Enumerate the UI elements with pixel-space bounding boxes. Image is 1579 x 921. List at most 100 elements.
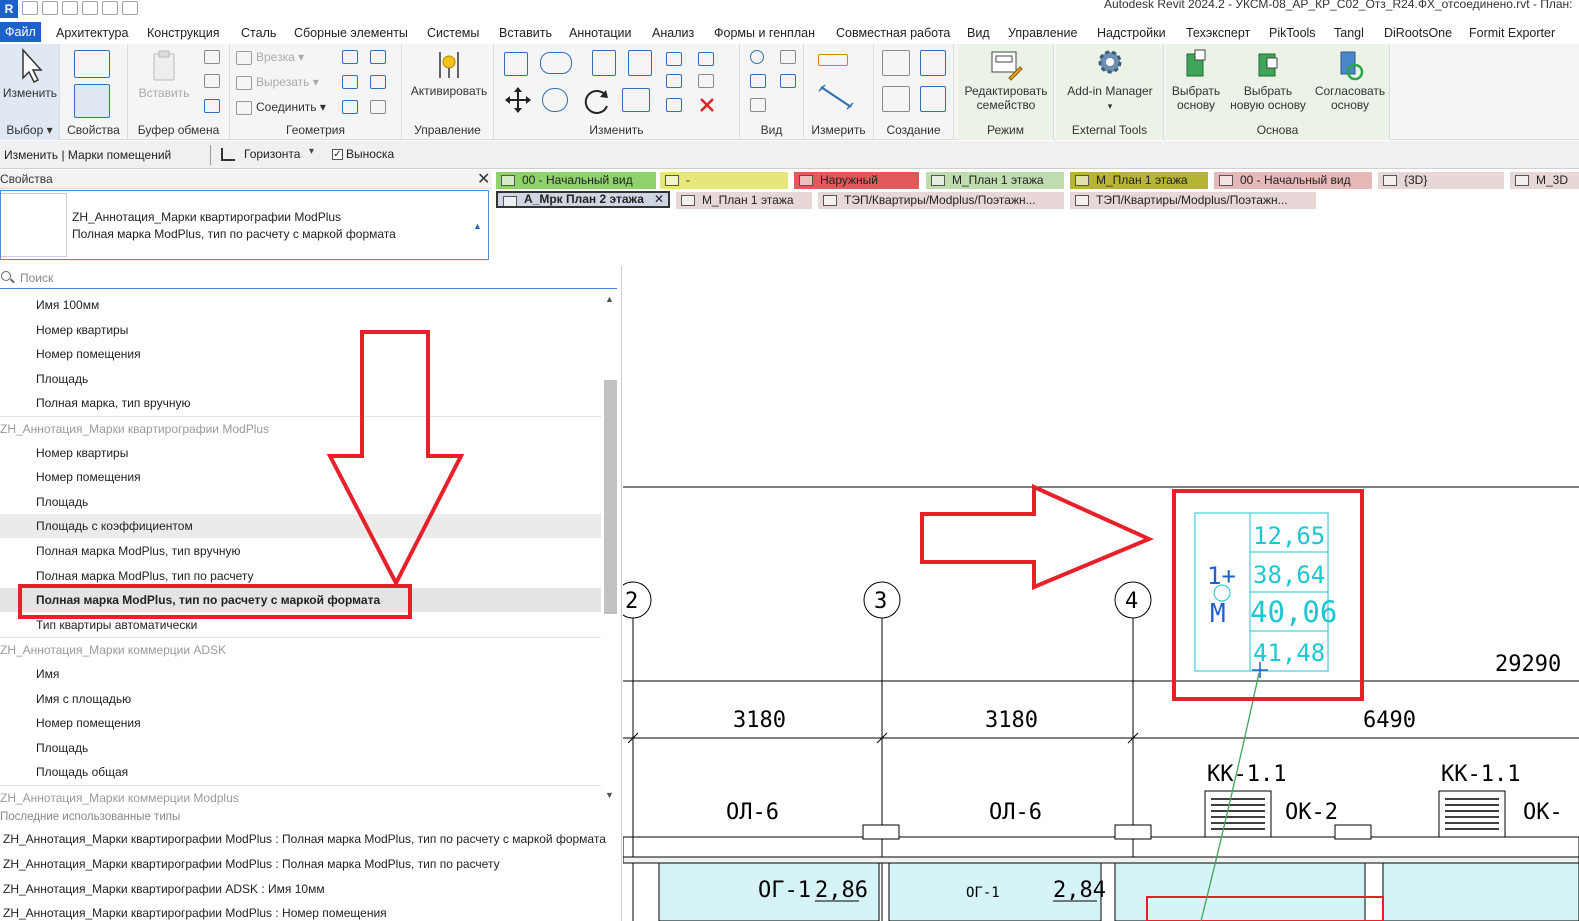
type-list-item[interactable]: Полная марка ModPlus, тип по расчету с м… [0,588,601,613]
view-tab[interactable]: М_3D [1510,172,1579,189]
view-tab[interactable]: М_План 1 этажа [926,172,1064,189]
tab-architecture[interactable]: Архитектура [56,23,128,43]
type-list-item[interactable]: Площадь с коэффициентом [0,514,601,539]
view-tab[interactable]: {3D} [1378,172,1504,189]
type-list-item[interactable]: Номер квартиры [0,318,601,342]
view-tab[interactable]: ТЭП/Квартиры/Modplus/Поэтажн... [818,192,1064,209]
view-tab-active[interactable]: А_Мрк План 2 этажа ✕ [496,191,670,208]
recent-type-item[interactable]: ZH_Аннотация_Марки квартирографии ModPlu… [3,832,606,846]
type-list-item[interactable]: Номер помещения [0,711,601,735]
type-group-header[interactable]: ZH_Аннотация_Марки коммерции Modplus [0,785,601,809]
opening-label[interactable]: ОЛ-6 [989,800,1042,825]
view-tab[interactable]: 00 - Начальный вид [496,172,656,189]
leader-checkbox[interactable]: ✓ [332,149,343,160]
floor-plan[interactable]: 2 3 4 3180 3180 6490 29290 КК-1.1 ОК-2 К… [623,213,1579,921]
type-properties-icon[interactable] [74,84,110,118]
pin-icon[interactable] [666,98,682,112]
scroll-down-icon[interactable]: ▼ [605,790,614,800]
type-list-item[interactable]: Имя 100мм [0,293,601,317]
type-list-item[interactable]: Полная марка, тип вручную [0,391,601,415]
offset-icon[interactable] [540,52,572,74]
hide-icon[interactable] [780,50,796,64]
view-tab[interactable]: 00 - Начальный вид [1214,172,1372,189]
split-element-icon[interactable] [666,52,682,66]
tab-collaborate[interactable]: Совместная работа [836,23,950,43]
demolish-icon[interactable] [370,75,386,89]
view-tab[interactable]: Наружный [794,172,919,189]
create-parts-icon[interactable] [882,50,910,76]
linework-icon[interactable] [780,74,796,88]
wall-label[interactable]: ОК- [1523,800,1563,825]
edit-family-button[interactable]: Редактировать семейство [958,48,1054,112]
tab-precast[interactable]: Сборные элементы [294,23,408,43]
open-icon[interactable] [22,1,38,15]
array-icon[interactable] [666,74,682,88]
type-list-item[interactable]: Номер помещения [0,465,601,489]
pick-host-button[interactable]: Выбрать основу [1166,48,1226,112]
tab-systems[interactable]: Системы [427,23,479,43]
redo-icon[interactable] [102,1,118,15]
chevron-up-icon[interactable]: ▲ [473,221,482,231]
hammer-icon[interactable] [370,100,386,114]
revit-logo-icon[interactable]: R [0,0,18,18]
close-icon[interactable]: ✕ [477,169,490,189]
recent-type-item[interactable]: ZH_Аннотация_Марки квартирографии ModPlu… [3,906,387,920]
tab-piktools[interactable]: PikTools [1269,23,1316,43]
type-list-item[interactable]: Площадь [0,736,601,760]
wall[interactable] [623,836,1579,858]
trim-extend-icon[interactable] [622,88,650,112]
cut-geometry-button[interactable]: Врезка ▾ [236,50,304,65]
tab-structure[interactable]: Конструкция [147,23,220,43]
tab-formit-exporter[interactable]: Formit Exporter [1469,23,1555,43]
dimension-text[interactable]: 6490 [1363,708,1416,733]
room[interactable] [1382,862,1579,921]
activate-button[interactable]: Активировать [404,48,494,98]
sync-icon[interactable] [62,1,78,15]
match-type-icon[interactable] [204,99,220,113]
tab-tangl[interactable]: Tangl [1334,23,1364,43]
measure-icon[interactable] [818,54,848,66]
move-icon[interactable] [504,86,532,114]
split-face-icon[interactable] [370,50,386,64]
type-group-header[interactable]: ZH_Аннотация_Марки коммерции ADSK [0,637,601,661]
selected-room-tag[interactable]: 1+ М 12,65 38,64 40,06 41,48 [1194,512,1337,678]
undo-icon[interactable] [82,1,98,15]
uncut-geometry-button[interactable]: Вырезать ▾ [236,75,319,90]
type-list-item[interactable]: Тип квартиры автоматически [0,613,601,637]
type-selector[interactable]: ZH_Аннотация_Марки квартирографии ModPlu… [0,190,489,260]
view-tab[interactable]: - [660,172,788,189]
modify-button[interactable]: Изменить [0,48,60,100]
addin-manager-button[interactable]: Add-in Manager ▾ [1056,48,1164,113]
cut-icon[interactable] [204,50,220,64]
tab-dirootsone[interactable]: DiRootsOne [1384,23,1452,43]
wall-label[interactable]: КК-1.1 [1207,762,1286,787]
tab-massing-site[interactable]: Формы и генплан [714,23,815,43]
scrollbar[interactable]: ▲ ▼ [603,294,617,804]
type-list-item[interactable]: Полная марка ModPlus, тип по расчету [0,564,601,588]
properties-icon[interactable] [74,50,110,78]
mirror-draw-icon[interactable] [628,50,652,76]
close-icon[interactable]: ✕ [654,193,664,206]
type-list-item[interactable]: Площадь общая [0,760,601,784]
tab-techexpert[interactable]: Техэксперт [1186,23,1250,43]
room-tag[interactable]: ОГ-1 [966,885,1000,901]
dimension-text[interactable]: 3180 [733,708,786,733]
create-similar-icon[interactable] [920,86,946,112]
reconcile-host-button[interactable]: Согласовать основу [1310,48,1390,112]
view-tab[interactable]: М_План 1 этажа [676,192,812,209]
print-icon[interactable] [122,1,138,15]
pick-new-host-button[interactable]: Выбрать новую основу [1226,48,1310,112]
room-area[interactable]: 2,84 [1053,878,1106,903]
type-list-item[interactable]: Номер помещения [0,342,601,366]
join-geometry-button[interactable]: Соединить ▾ [236,100,326,115]
drawing-canvas[interactable]: 2 3 4 3180 3180 6490 29290 КК-1.1 ОК-2 К… [623,213,1579,921]
opening-label[interactable]: ОЛ-6 [726,800,779,825]
view-tab[interactable]: М_План 1 этажа [1070,172,1208,189]
scale-icon[interactable] [698,74,714,88]
tab-view[interactable]: Вид [967,23,990,43]
room-area[interactable]: 2,86 [815,878,868,903]
type-list-item[interactable]: Площадь [0,490,601,514]
type-list-item[interactable]: Имя [0,662,601,686]
align-icon[interactable] [504,52,528,76]
orientation-select[interactable]: Горизонта [244,147,300,161]
